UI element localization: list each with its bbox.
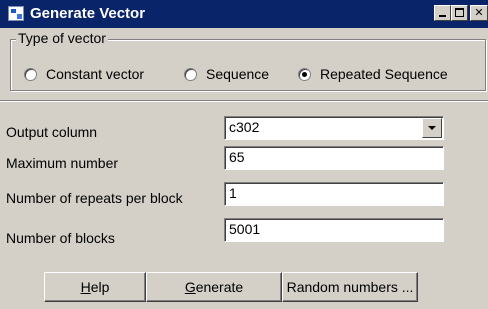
generate-mnemonic: G — [184, 279, 196, 295]
radio-label: Constant vector — [46, 66, 145, 82]
number-of-blocks-input[interactable]: 5001 — [224, 218, 444, 242]
repeats-per-block-label: Number of repeats per block — [6, 190, 183, 206]
generate-button[interactable]: Generate — [146, 272, 282, 302]
output-column-value: c302 — [229, 119, 260, 135]
close-icon: ✕ — [474, 6, 484, 19]
minimize-icon — [439, 15, 446, 17]
window-title: Generate Vector — [30, 5, 146, 22]
app-icon — [8, 6, 24, 21]
maximum-number-label: Maximum number — [6, 155, 119, 171]
radio-button[interactable] — [298, 67, 311, 81]
help-button[interactable]: Help — [44, 272, 146, 302]
vector-type-group — [10, 39, 486, 91]
radio-label: Sequence — [206, 66, 270, 82]
radio-constant-vector[interactable]: Constant vector — [24, 66, 144, 82]
separator — [0, 100, 488, 102]
generate-label: enerate — [195, 279, 244, 295]
help-label: elp — [90, 279, 110, 295]
maximize-button[interactable] — [451, 5, 468, 21]
repeats-per-block-input[interactable]: 1 — [224, 182, 444, 206]
chevron-down-icon[interactable] — [422, 118, 442, 138]
maximize-icon — [455, 8, 464, 17]
minimize-button[interactable] — [434, 5, 451, 21]
output-column-select[interactable]: c302 — [224, 116, 444, 140]
radio-button[interactable] — [184, 67, 197, 81]
maximum-number-input[interactable]: 65 — [224, 146, 444, 170]
radio-button[interactable] — [24, 67, 37, 81]
radio-label: Repeated Sequence — [320, 66, 448, 82]
random-numbers-button[interactable]: Random numbers ... — [282, 272, 418, 302]
radio-repeated-sequence[interactable]: Repeated Sequence — [298, 66, 448, 82]
vector-type-legend: Type of vector — [16, 30, 108, 46]
help-mnemonic: H — [80, 279, 91, 295]
close-button[interactable]: ✕ — [470, 5, 488, 21]
number-of-blocks-label: Number of blocks — [6, 230, 115, 246]
radio-sequence[interactable]: Sequence — [184, 66, 269, 82]
output-column-label: Output column — [6, 124, 98, 140]
title-bar[interactable]: Generate Vector ✕ — [0, 0, 488, 28]
